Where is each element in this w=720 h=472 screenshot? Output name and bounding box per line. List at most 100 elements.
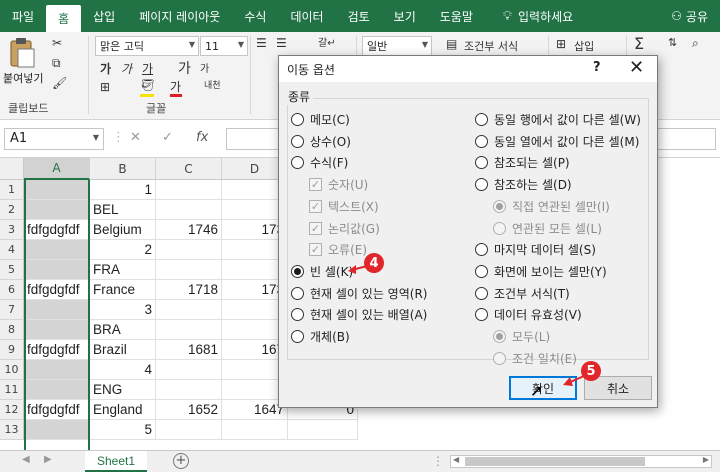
cell-b1[interactable]: 1 <box>90 180 156 200</box>
scrollbar-thumb[interactable] <box>465 457 645 466</box>
cell-b13[interactable]: 5 <box>90 420 156 440</box>
help-button[interactable]: ? <box>593 60 601 75</box>
tab-view[interactable]: 보기 <box>382 0 428 32</box>
name-box[interactable]: A1 ▼ <box>4 128 104 150</box>
radio-button[interactable] <box>475 243 488 257</box>
font-size-combo[interactable]: 11 ▼ <box>200 36 248 56</box>
cell-a2[interactable] <box>24 200 90 220</box>
tab-home[interactable]: 홈 <box>46 5 82 32</box>
paste-button-label[interactable]: 붙여넣기 <box>3 70 43 86</box>
row-header[interactable]: 4 <box>0 240 24 260</box>
option-right_options-2[interactable]: 참조되는 셀(P) <box>475 154 570 171</box>
tab-help[interactable]: 도움말 <box>428 0 485 32</box>
sheet-tab-sheet1[interactable]: Sheet1 <box>85 451 147 472</box>
cell-b7[interactable]: 3 <box>90 300 156 320</box>
cell-e13[interactable] <box>288 420 358 440</box>
radio-button[interactable] <box>475 178 488 192</box>
radio-button[interactable] <box>475 156 488 170</box>
cell-a4[interactable] <box>24 240 90 260</box>
cell-a12[interactable]: fdfgdgfdf <box>24 400 90 420</box>
bold-button[interactable]: 가 <box>100 60 111 77</box>
radio-button[interactable] <box>291 286 304 300</box>
option-left_options-2[interactable]: 수식(F) <box>291 154 348 171</box>
cell-c8[interactable] <box>156 320 222 340</box>
number-format-combo[interactable]: 일반 ▼ <box>362 36 432 56</box>
cell-b10[interactable]: 4 <box>90 360 156 380</box>
tell-me-box[interactable]: 💡︎ 입력하세요 <box>491 0 585 32</box>
row-header[interactable]: 1 <box>0 180 24 200</box>
fill-color-icon[interactable]: 🪣︎ <box>140 78 155 92</box>
option-left_options-10[interactable]: 개체(B) <box>291 328 350 345</box>
radio-button[interactable] <box>291 264 304 278</box>
cell-a1[interactable] <box>24 180 90 200</box>
row-header[interactable]: 13 <box>0 420 24 440</box>
radio-button[interactable] <box>475 264 488 278</box>
borders-icon[interactable]: ⊞ <box>100 80 110 94</box>
row-header[interactable]: 11 <box>0 380 24 400</box>
enter-entry-icon[interactable]: ✓ <box>162 130 173 145</box>
cell-a6[interactable]: fdfgdgfdf <box>24 280 90 300</box>
cell-d13[interactable] <box>222 420 288 440</box>
cell-b2[interactable]: BEL <box>90 200 156 220</box>
row-header[interactable]: 7 <box>0 300 24 320</box>
select-all-corner[interactable] <box>0 158 24 180</box>
cell-b12[interactable]: England <box>90 400 156 420</box>
italic-button[interactable]: 가 <box>121 60 132 77</box>
format-painter-icon[interactable]: 🖌︎ <box>52 76 67 90</box>
option-left_options-8[interactable]: 현재 셀이 있는 영역(R) <box>291 285 427 302</box>
font-color-button[interactable]: 가 <box>170 78 181 95</box>
align-middle-icon[interactable]: ☰ <box>276 36 287 50</box>
cell-b9[interactable]: Brazil <box>90 340 156 360</box>
copy-icon[interactable]: ⧉ <box>52 56 61 71</box>
row-header[interactable]: 3 <box>0 220 24 240</box>
option-left_options-1[interactable]: 상수(O) <box>291 133 351 150</box>
clipboard-paste-icon[interactable] <box>8 38 36 68</box>
scroll-left-icon[interactable]: ◀ <box>453 455 459 464</box>
sort-filter-icon[interactable]: ⇅ <box>668 36 677 49</box>
next-sheet-icon[interactable]: ▶ <box>44 454 52 465</box>
align-top-icon[interactable]: ☰ <box>256 36 267 50</box>
option-right_options-7[interactable]: 화면에 보이는 셀만(Y) <box>475 263 607 280</box>
option-right_options-3[interactable]: 참조하는 셀(D) <box>475 176 572 193</box>
cut-icon[interactable]: ✂ <box>52 36 62 50</box>
option-right_options-0[interactable]: 동일 행에서 값이 다른 셀(W) <box>475 111 641 128</box>
option-left_options-7[interactable]: 빈 셀(K) <box>291 263 353 280</box>
conditional-format-button[interactable]: 조건부 서식 <box>464 38 518 54</box>
cell-c13[interactable] <box>156 420 222 440</box>
cell-b6[interactable]: France <box>90 280 156 300</box>
radio-button[interactable] <box>475 308 488 322</box>
shrink-font-button[interactable]: 가 <box>200 60 209 75</box>
cell-b4[interactable]: 2 <box>90 240 156 260</box>
cell-c1[interactable] <box>156 180 222 200</box>
cell-c2[interactable] <box>156 200 222 220</box>
tab-formulas[interactable]: 수식 <box>232 0 278 32</box>
option-right_options-9[interactable]: 데이터 유효성(V) <box>475 306 582 323</box>
autosum-button[interactable]: Σ <box>634 34 644 53</box>
scroll-right-icon[interactable]: ▶ <box>703 455 709 464</box>
conditional-format-icon[interactable]: ▤ <box>446 37 457 51</box>
radio-button[interactable] <box>291 156 304 170</box>
share-button[interactable]: ⚇ 공유 <box>659 0 720 32</box>
row-header[interactable]: 2 <box>0 200 24 220</box>
radio-button[interactable] <box>291 134 304 148</box>
cell-a8[interactable] <box>24 320 90 340</box>
phonetic-button[interactable]: 내천 <box>204 78 221 91</box>
column-header-b[interactable]: B <box>90 158 156 180</box>
underline-button[interactable]: 가 <box>142 60 153 77</box>
radio-button[interactable] <box>475 113 488 126</box>
row-header[interactable]: 8 <box>0 320 24 340</box>
horizontal-scrollbar[interactable]: ◀ ▶ <box>450 455 712 468</box>
column-header-c[interactable]: C <box>156 158 222 180</box>
cell-a13[interactable] <box>24 420 90 440</box>
cell-c4[interactable] <box>156 240 222 260</box>
cell-b3[interactable]: Belgium <box>90 220 156 240</box>
radio-button[interactable] <box>291 330 304 343</box>
font-name-combo[interactable]: 맑은 고딕 ▼ <box>95 36 199 56</box>
tab-file[interactable]: 파일 <box>0 0 46 32</box>
tab-data[interactable]: 데이터 <box>278 0 335 32</box>
row-header[interactable]: 9 <box>0 340 24 360</box>
cell-b11[interactable]: ENG <box>90 380 156 400</box>
cell-c7[interactable] <box>156 300 222 320</box>
radio-button[interactable] <box>291 113 304 126</box>
cell-c10[interactable] <box>156 360 222 380</box>
